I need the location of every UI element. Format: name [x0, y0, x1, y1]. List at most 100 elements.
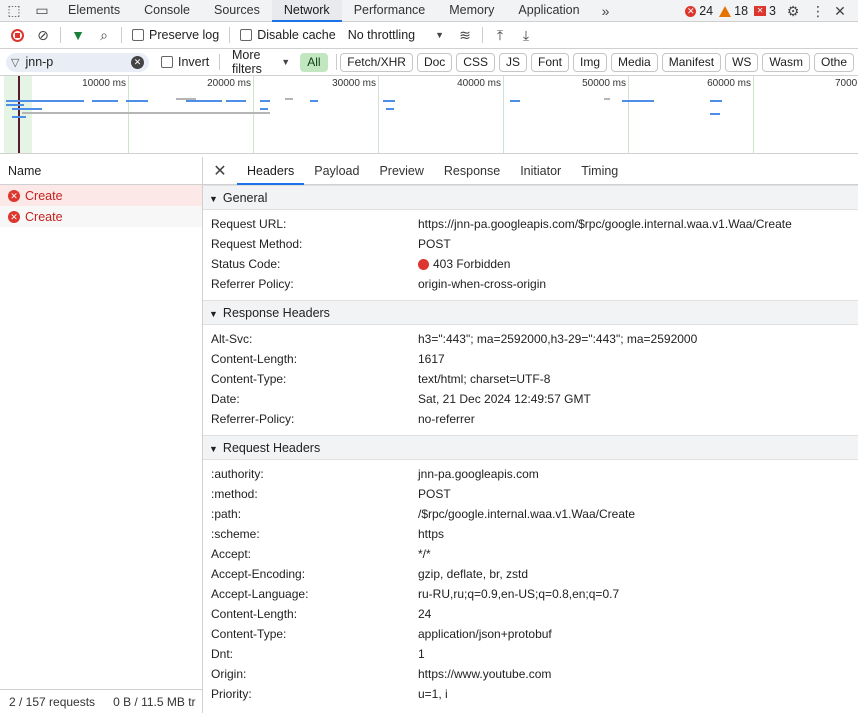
type-filter-css[interactable]: CSS [456, 52, 495, 72]
tab-headers[interactable]: Headers [237, 157, 305, 185]
response-headers-section: Alt-Svc: h3=":443"; ma=2592000,h3-29=":44… [203, 325, 858, 435]
filter-input[interactable]: ▽ jnn-p ✕ [6, 52, 149, 72]
header-row: Content-Type: application/json+protobuf [211, 627, 552, 641]
type-filter-doc[interactable]: Doc [416, 52, 453, 72]
tab-sources[interactable]: Sources [202, 0, 272, 22]
tab-payload[interactable]: Payload [304, 157, 369, 185]
overview-bar [285, 98, 293, 100]
general-section-header[interactable]: ▼ General [203, 185, 858, 210]
header-row: Content-Length: 24 [211, 607, 432, 621]
inspect-element-icon[interactable]: ⬚ [0, 0, 28, 22]
status-error-icon [418, 258, 429, 270]
divider [229, 27, 231, 43]
expand-triangle-icon: ▼ [209, 309, 218, 319]
more-options-icon[interactable]: ⋮ [810, 0, 826, 22]
network-toolbar: ⊘ ▼ ⌕ Preserve log Disable cache No thro… [0, 22, 858, 49]
overview-bar [710, 113, 720, 115]
transferred-size: 0 B / 11.5 MB tr [113, 694, 196, 709]
type-filter-all[interactable]: All [300, 52, 328, 72]
invert-checkbox[interactable]: Invert [161, 55, 209, 69]
network-overview-timeline[interactable]: 10000 ms 20000 ms 30000 ms 40000 ms 5000… [0, 76, 858, 154]
type-filter-fetch-xhr[interactable]: Fetch/XHR [340, 52, 413, 72]
header-row: Origin: https://www.youtube.com [211, 667, 552, 681]
overview-bar [12, 108, 42, 110]
device-toolbar-icon[interactable]: ▭ [28, 0, 56, 22]
tab-elements[interactable]: Elements [56, 0, 132, 22]
name-column-header[interactable]: Name [0, 157, 202, 185]
disable-cache-checkbox[interactable]: Disable cache [240, 28, 336, 42]
close-icon[interactable]: ✕ [203, 161, 237, 181]
request-row[interactable]: ✕ Create [0, 185, 202, 206]
dom-content-loaded-marker [18, 76, 20, 153]
type-filter-ws[interactable]: WS [725, 52, 759, 72]
request-detail-pane: ✕ Headers Payload Preview Response Initi… [203, 157, 858, 713]
type-filter-img[interactable]: Img [573, 52, 608, 72]
issues-counter[interactable]: ✕ 3 [754, 4, 776, 18]
expand-triangle-icon: ▼ [209, 444, 218, 454]
checkbox-box[interactable] [132, 29, 144, 41]
tab-response[interactable]: Response [434, 157, 510, 185]
header-row: :path:/$rpc/google.internal.waa.v1.Waa/C… [211, 507, 636, 521]
header-row: Accept-Encoding: gzip, deflate, br, zstd [211, 567, 529, 581]
overview-bar [622, 100, 654, 102]
network-conditions-icon[interactable]: ≋ [452, 22, 478, 48]
checkbox-box[interactable] [240, 29, 253, 41]
overview-bar [604, 98, 610, 100]
import-har-icon[interactable]: ⤒ [487, 22, 513, 48]
request-row[interactable]: ✕ Create [0, 206, 202, 227]
timeline-tick: 30000 ms [332, 76, 379, 153]
divider [335, 54, 337, 70]
request-headers-section-header[interactable]: ▼ Request Headers [203, 435, 858, 460]
timeline-tick: 10000 ms [82, 76, 129, 153]
export-har-icon[interactable]: ⤓ [513, 22, 539, 48]
type-filter-wasm[interactable]: Wasm [762, 52, 810, 72]
header-row: Dnt: 1 [211, 647, 425, 661]
response-headers-section-header[interactable]: ▼ Response Headers [203, 300, 858, 325]
tab-timing[interactable]: Timing [571, 157, 628, 185]
overview-bar [383, 100, 395, 102]
header-row: Referrer-Policy: no-referrer [211, 412, 475, 426]
type-filter-other[interactable]: Othe [813, 52, 854, 72]
header-row: Accept-Language: ru-RU,ru;q=0.9,en-US;q=0… [211, 587, 620, 601]
type-filter-js[interactable]: JS [498, 52, 527, 72]
expand-triangle-icon: ▼ [209, 194, 218, 204]
clear-filter-icon[interactable]: ✕ [131, 55, 144, 69]
type-filter-manifest[interactable]: Manifest [661, 52, 722, 72]
more-filters-dropdown[interactable]: More filters ▼ [232, 48, 290, 76]
detail-tab-bar: ✕ Headers Payload Preview Response Initi… [203, 157, 858, 185]
header-row: Referrer Policy: origin-when-cross-origin [211, 277, 547, 291]
record-stop-icon[interactable] [4, 22, 30, 48]
error-counter[interactable]: ✕ 24 [685, 4, 713, 18]
warning-counter[interactable]: 18 [719, 4, 748, 18]
tab-console[interactable]: Console [132, 0, 202, 22]
timeline-tick: 20000 ms [207, 76, 254, 153]
checkbox-box[interactable] [161, 56, 173, 68]
error-icon: ✕ [8, 189, 20, 202]
tab-initiator[interactable]: Initiator [510, 157, 571, 185]
more-tabs-icon[interactable]: » [592, 0, 620, 22]
preserve-log-checkbox[interactable]: Preserve log [132, 28, 219, 42]
filter-icon[interactable]: ▼ [65, 22, 91, 48]
filter-funnel-icon: ▽ [11, 56, 20, 69]
tab-network[interactable]: Network [271, 0, 342, 22]
tab-application[interactable]: Application [506, 0, 591, 22]
timeline-tick: 60000 ms [707, 76, 754, 153]
chevron-down-icon: ▼ [435, 30, 445, 40]
type-filter-font[interactable]: Font [531, 52, 570, 72]
tab-preview[interactable]: Preview [369, 157, 433, 185]
settings-gear-icon[interactable]: ⚙ [782, 0, 804, 22]
chevron-down-icon: ▼ [281, 57, 291, 67]
issues-icon: ✕ [754, 6, 767, 16]
tab-performance[interactable]: Performance [342, 0, 438, 22]
type-filter-media[interactable]: Media [611, 52, 658, 72]
general-section: Request URL: https://jnn-pa.googleapis.co… [203, 210, 858, 300]
throttling-select[interactable]: No throttling ▼ [348, 28, 444, 42]
issue-counters[interactable]: ✕ 24 18 ✕ 3 ⚙ ⋮ ✕ [685, 0, 858, 22]
divider [121, 27, 122, 43]
search-icon[interactable]: ⌕ [91, 22, 117, 48]
close-devtools-icon[interactable]: ✕ [832, 0, 848, 22]
overview-bar [12, 116, 26, 118]
clear-icon[interactable]: ⊘ [30, 22, 56, 48]
tab-memory[interactable]: Memory [437, 0, 506, 22]
header-row: Accept: */* [211, 547, 431, 561]
